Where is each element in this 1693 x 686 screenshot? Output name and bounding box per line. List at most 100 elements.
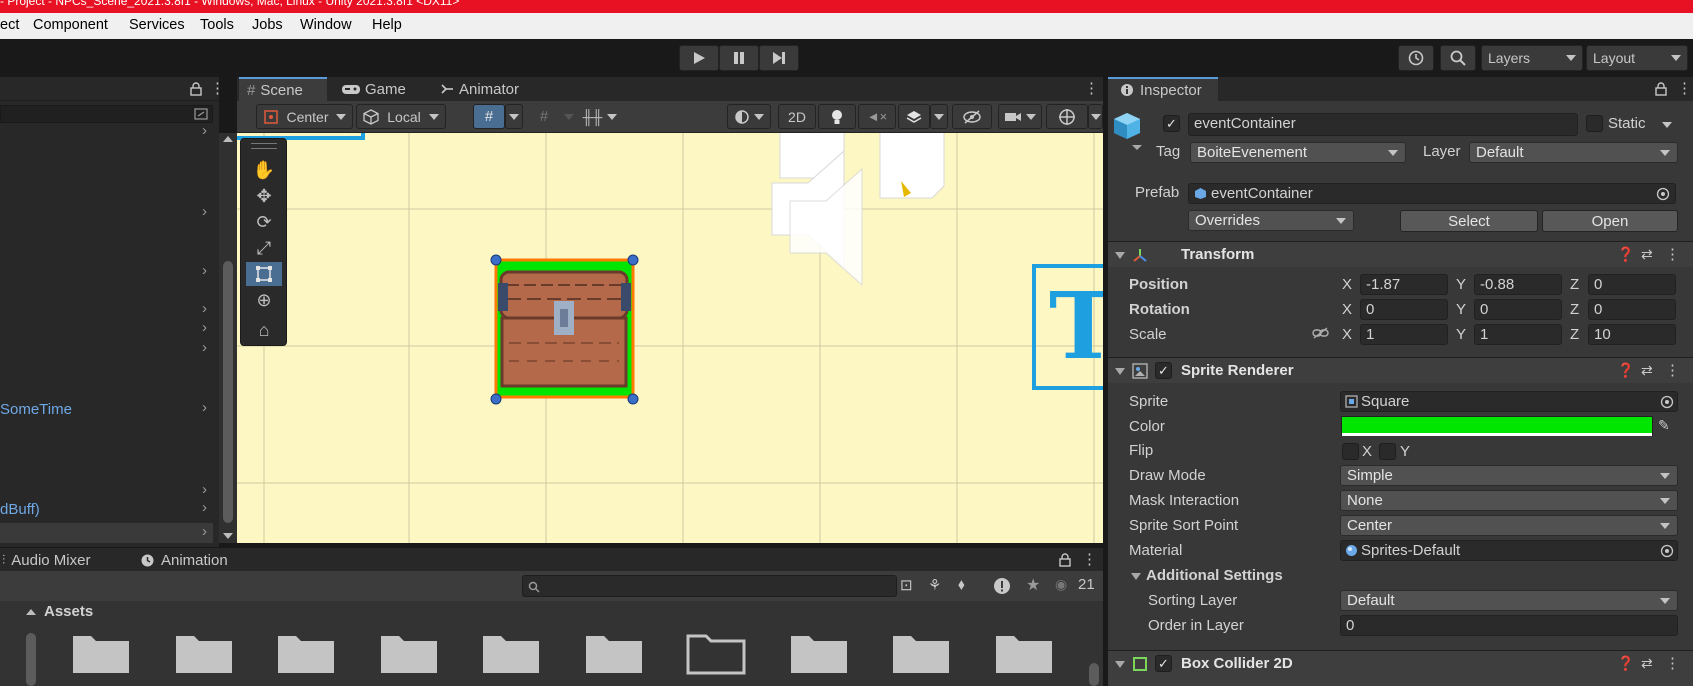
chevron-right-icon[interactable]: › — [202, 203, 207, 220]
scroll-up-icon[interactable] — [25, 608, 37, 616]
chevron-right-icon[interactable]: › — [202, 122, 207, 139]
rect-tool[interactable] — [246, 262, 282, 286]
layout-dropdown[interactable]: Layout — [1586, 45, 1688, 71]
color-swatch[interactable] — [1341, 416, 1653, 436]
pivot-mode-dropdown[interactable]: Center — [256, 104, 353, 129]
hidden-eye-icon[interactable]: ◉ — [1055, 576, 1067, 593]
more-options-icon[interactable]: ⋮ — [1084, 79, 1099, 97]
gizmos-button[interactable] — [1046, 104, 1088, 129]
folder-icon[interactable] — [890, 630, 952, 675]
box-collider-enabled-checkbox[interactable]: ✓ — [1155, 655, 1172, 672]
tab-inspector[interactable]: Inspector — [1108, 77, 1218, 101]
scale-x-field[interactable]: 1 — [1360, 324, 1448, 345]
label-icon[interactable]: ⬧ — [958, 576, 965, 593]
increment-snap-button[interactable]: # — [528, 104, 560, 129]
tab-audio-mixer[interactable]: ⫶ Audio Mixer — [2, 548, 90, 572]
lock-icon[interactable] — [1654, 82, 1668, 96]
lock-icon[interactable] — [1058, 553, 1072, 567]
object-name-field[interactable]: eventContainer — [1188, 113, 1578, 136]
eyedropper-icon[interactable]: ✎ — [1658, 417, 1670, 434]
folder-icon[interactable] — [70, 630, 132, 675]
scrollbar-thumb[interactable] — [1089, 663, 1099, 686]
flip-x-checkbox[interactable] — [1342, 443, 1359, 460]
static-checkbox[interactable] — [1586, 115, 1603, 132]
vertex-snap-button[interactable]: ╫╫ — [576, 104, 624, 129]
play-button[interactable] — [679, 45, 719, 71]
position-z-field[interactable]: 0 — [1588, 274, 1676, 295]
chevron-right-icon[interactable]: › — [202, 399, 207, 416]
open-button[interactable]: Open — [1542, 210, 1678, 232]
help-icon[interactable]: ❓ — [1617, 246, 1634, 263]
effects-dropdown[interactable] — [930, 104, 948, 129]
grid-snapping-dropdown[interactable] — [505, 104, 523, 129]
step-button[interactable] — [759, 45, 799, 71]
position-x-field[interactable]: -1.87 — [1360, 274, 1448, 295]
grid-snapping-button[interactable]: # — [473, 104, 505, 129]
more-options-icon[interactable]: ⋮ — [1665, 361, 1680, 379]
folder-icon[interactable] — [583, 630, 645, 675]
layer-dropdown[interactable]: Default — [1469, 142, 1678, 163]
chest-sprite[interactable] — [494, 258, 635, 399]
palette-drag-handle[interactable] — [251, 143, 277, 149]
rotation-x-field[interactable]: 0 — [1360, 299, 1448, 320]
space-mode-dropdown[interactable]: Local — [356, 104, 446, 129]
effects-button[interactable] — [898, 104, 930, 129]
draw-mode-dropdown[interactable]: Simple — [1340, 465, 1678, 486]
menu-item-jobs[interactable]: Jobs — [252, 17, 283, 33]
tab-animator[interactable]: Animator — [440, 77, 540, 101]
scrollbar-thumb[interactable] — [223, 261, 233, 523]
menu-item-window[interactable]: Window — [300, 17, 352, 33]
scale-tool[interactable]: ⤢ — [246, 236, 282, 260]
tag-dropdown[interactable]: BoiteEvenement — [1190, 142, 1406, 163]
folder-icon[interactable] — [480, 630, 542, 675]
more-options-icon[interactable]: ⋮ — [1082, 550, 1097, 568]
fold-icon[interactable] — [1131, 573, 1141, 580]
transform-header[interactable]: Transform ❓ ⇄ ⋮ — [1108, 241, 1693, 267]
sorting-layer-dropdown[interactable]: Default — [1340, 590, 1678, 611]
folder-icon[interactable] — [685, 630, 747, 675]
audio-button[interactable]: ◄× — [858, 104, 896, 129]
object-picker-icon[interactable] — [1660, 395, 1674, 409]
scroll-up-icon[interactable] — [222, 135, 234, 143]
visibility-button[interactable] — [952, 104, 992, 129]
overrides-dropdown[interactable]: Overrides — [1188, 210, 1354, 231]
hierarchy-scrollbar[interactable] — [219, 133, 237, 543]
sprite-renderer-enabled-checkbox[interactable]: ✓ — [1155, 362, 1172, 379]
folder-icon[interactable] — [378, 630, 440, 675]
material-field[interactable]: Sprites-Default — [1340, 540, 1678, 561]
mask-interaction-dropdown[interactable]: None — [1340, 490, 1678, 511]
active-checkbox[interactable]: ✓ — [1163, 115, 1180, 132]
lighting-button[interactable] — [818, 104, 856, 129]
menu-item-component[interactable]: Component — [33, 17, 108, 33]
order-in-layer-field[interactable]: 0 — [1340, 615, 1678, 636]
folder-icon[interactable] — [173, 630, 235, 675]
sprite-field[interactable]: Square — [1340, 391, 1678, 412]
fold-icon[interactable] — [1115, 368, 1125, 375]
presets-icon[interactable]: ⇄ — [1641, 362, 1653, 379]
rotation-y-field[interactable]: 0 — [1474, 299, 1562, 320]
more-options-icon[interactable]: ⋮ — [210, 79, 225, 97]
hierarchy-search-input[interactable] — [0, 105, 213, 123]
more-options-icon[interactable]: ⋮ — [1677, 79, 1692, 97]
rotate-tool[interactable]: ⟳ — [246, 210, 282, 234]
chevron-right-icon[interactable]: › — [202, 523, 207, 540]
help-icon[interactable]: ❓ — [1617, 362, 1634, 379]
gizmos-dropdown[interactable] — [1088, 104, 1103, 129]
more-options-icon[interactable]: ⋮ — [1665, 245, 1680, 263]
assets-breadcrumb[interactable]: Assets — [44, 603, 93, 620]
hierarchy-item[interactable]: SomeTime › — [0, 399, 213, 420]
hierarchy-item[interactable]: dBuff) › — [0, 499, 213, 520]
sprite-sort-point-dropdown[interactable]: Center — [1340, 515, 1678, 536]
warning-icon[interactable] — [993, 577, 1011, 595]
more-options-icon[interactable]: ⋮ — [1665, 654, 1680, 672]
tab-game[interactable]: Game — [341, 77, 421, 101]
layers-dropdown[interactable]: Layers — [1481, 45, 1583, 71]
menu-item-tools[interactable]: Tools — [200, 17, 234, 33]
chevron-right-icon[interactable]: › — [202, 262, 207, 279]
scale-z-field[interactable]: 10 — [1588, 324, 1676, 345]
scene-canvas[interactable]: T — [237, 133, 1103, 543]
position-y-field[interactable]: -0.88 — [1474, 274, 1562, 295]
prefab-field[interactable]: eventContainer — [1188, 183, 1676, 204]
filter-icon[interactable]: ⚘ — [928, 576, 941, 594]
menu-item-project[interactable]: ect — [0, 17, 19, 33]
